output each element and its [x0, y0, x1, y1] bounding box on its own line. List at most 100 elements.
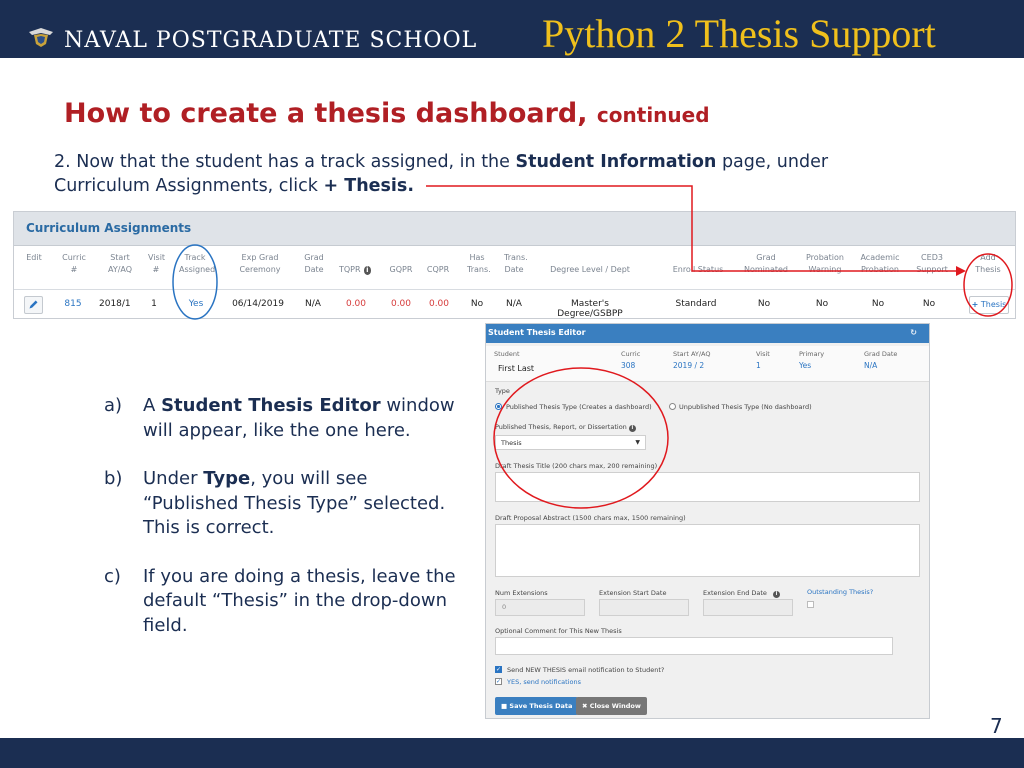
column-header-line1: Edit [26, 253, 42, 262]
column-header-line1: Has [469, 253, 485, 262]
column-header-6: Grad Date [302, 252, 326, 276]
grad-date-label: Grad Date [864, 350, 898, 358]
academic-probation-value: No [871, 299, 885, 309]
editor-title: Student Thesis Editor [488, 328, 586, 337]
pub-type-select[interactable]: Thesis ▼ [495, 435, 646, 450]
curric-link[interactable]: 815 [62, 299, 84, 309]
num-extensions-field[interactable]: 0 [495, 599, 585, 616]
outstanding-thesis-link[interactable]: Outstanding Thesis? [807, 588, 873, 596]
save-thesis-label: Save Thesis Data [509, 702, 573, 710]
curric-label: Curric [621, 350, 641, 358]
notify-checkbox[interactable]: ✓ [495, 666, 502, 673]
unpublished-radio-label: Unpublished Thesis Type (No dashboard) [679, 403, 812, 411]
exp-grad-value: 06/14/2019 [232, 299, 284, 309]
student-thesis-editor: Student Thesis Editor ↻ Student First La… [485, 323, 930, 719]
column-header-3: Visit # [148, 252, 165, 276]
student-label: Student [494, 350, 520, 358]
trans-date-value: N/A [506, 299, 522, 309]
primary-label: Primary [799, 350, 825, 358]
info-icon: i [363, 265, 371, 275]
instruction-list: a) A Student Thesis Editor window will ap… [104, 394, 464, 662]
step-intro: 2. Now that the student has a track assi… [54, 152, 510, 172]
column-header-line1: Probation [806, 253, 844, 262]
draft-title-field[interactable] [495, 472, 920, 502]
column-header-line2: Date [304, 265, 324, 274]
start-value: 2018/1 [99, 299, 131, 309]
instruction-marker: a) [104, 395, 123, 416]
column-header-line1: CED3 [921, 253, 943, 262]
column-header-line2: Probation [861, 265, 899, 274]
edit-button[interactable] [24, 296, 43, 314]
gqpr-value: 0.00 [390, 299, 412, 309]
grad-date-value: N/A [305, 299, 321, 309]
curriculum-panel-title: Curriculum Assignments [14, 212, 1015, 246]
has-trans-value: No [470, 299, 484, 309]
close-window-button[interactable]: ✖ Close Window [576, 697, 647, 715]
column-header-line1: Grad [304, 253, 324, 262]
column-header-line2: Support [916, 265, 948, 274]
column-header-line2: TQPR [339, 265, 361, 274]
slide-heading-sub: continued [596, 103, 710, 127]
ced3-value: No [922, 299, 936, 309]
editor-summary: Student First Last Curric 308 Start AY/A… [486, 346, 929, 382]
column-header-line1: Add [980, 253, 996, 262]
add-thesis-button[interactable]: + Thesis [969, 296, 1009, 314]
column-header-line2: AY/AQ [107, 265, 133, 274]
ext-end-field[interactable] [703, 599, 793, 616]
comment-field[interactable] [495, 637, 893, 655]
primary-value: Yes [799, 361, 812, 370]
enroll-status-value: Standard [675, 299, 717, 309]
outstanding-thesis-checkbox[interactable] [807, 601, 814, 608]
track-assigned-link[interactable]: Yes [184, 299, 208, 309]
column-header-11: Trans. Date [504, 252, 528, 276]
column-header-line2: Assigned [179, 265, 216, 274]
column-header-5: Exp Grad Ceremony [236, 252, 284, 276]
instruction-marker: c) [104, 565, 121, 587]
instruction-text: If you are doing a thesis, leave the def… [143, 565, 456, 636]
column-header-0: Edit [22, 252, 46, 264]
column-header-line1: Track [184, 253, 206, 262]
cqpr-value: 0.00 [428, 299, 450, 309]
step-two-text: 2. Now that the student has a track assi… [54, 150, 874, 198]
save-thesis-button[interactable]: ■ Save Thesis Data [495, 697, 579, 715]
instruction-bold: Type [203, 468, 251, 489]
column-header-line2: Ceremony [239, 265, 281, 274]
student-value: First Last [498, 364, 535, 373]
notify-yes-checkbox[interactable]: ✓ [495, 678, 502, 685]
column-header-line2: Trans. [467, 265, 491, 274]
unpublished-radio[interactable] [669, 403, 676, 410]
footer-bar [0, 738, 1024, 768]
header-bar: NAVAL POSTGRADUATE SCHOOL Python 2 Thesi… [0, 0, 1024, 58]
visit-value: 1 [756, 361, 761, 370]
page-number: 7 [990, 714, 1003, 738]
ext-start-field[interactable] [599, 599, 689, 616]
instruction-bold: Student Thesis Editor [161, 395, 381, 416]
chevron-down-icon: ▼ [635, 439, 640, 446]
column-header-8: GQPR [389, 264, 413, 276]
refresh-icon[interactable]: ↻ [910, 328, 917, 337]
instruction-item: b) Under Type, you will see “Published Th… [104, 467, 464, 541]
column-header-7: TQPR i [339, 264, 371, 276]
visit-label: Visit [756, 350, 770, 358]
add-thesis-label: Thesis [980, 300, 1007, 309]
column-header-line2: Date [504, 265, 524, 274]
published-radio[interactable] [495, 403, 502, 410]
column-header-16: Academic Probation [860, 252, 900, 276]
draft-abstract-field[interactable] [495, 524, 920, 577]
pencil-icon [29, 300, 38, 309]
published-radio-label: Published Thesis Type (Creates a dashboa… [506, 403, 652, 411]
degree-value: Master's Degree/GSBPP [557, 299, 623, 319]
ext-start-label: Extension Start Date [599, 589, 667, 597]
column-header-17: CED3 Support [916, 252, 948, 276]
start-value: 2019 / 2 [673, 361, 705, 370]
pub-type-select-value: Thesis [501, 439, 522, 447]
curric-value: 308 [621, 361, 636, 370]
comment-label: Optional Comment for This New Thesis [495, 627, 622, 635]
column-header-4: Track Assigned [179, 252, 216, 276]
close-icon: ✖ [582, 702, 588, 710]
grad-date-value: N/A [864, 361, 878, 370]
notify-label: Send NEW THESIS email notification to St… [507, 666, 665, 674]
slide-heading-main: How to create a thesis dashboard, [64, 98, 588, 129]
draft-title-label: Draft Thesis Title (200 chars max, 200 r… [495, 462, 658, 470]
num-extensions-value: 0 [502, 603, 507, 611]
